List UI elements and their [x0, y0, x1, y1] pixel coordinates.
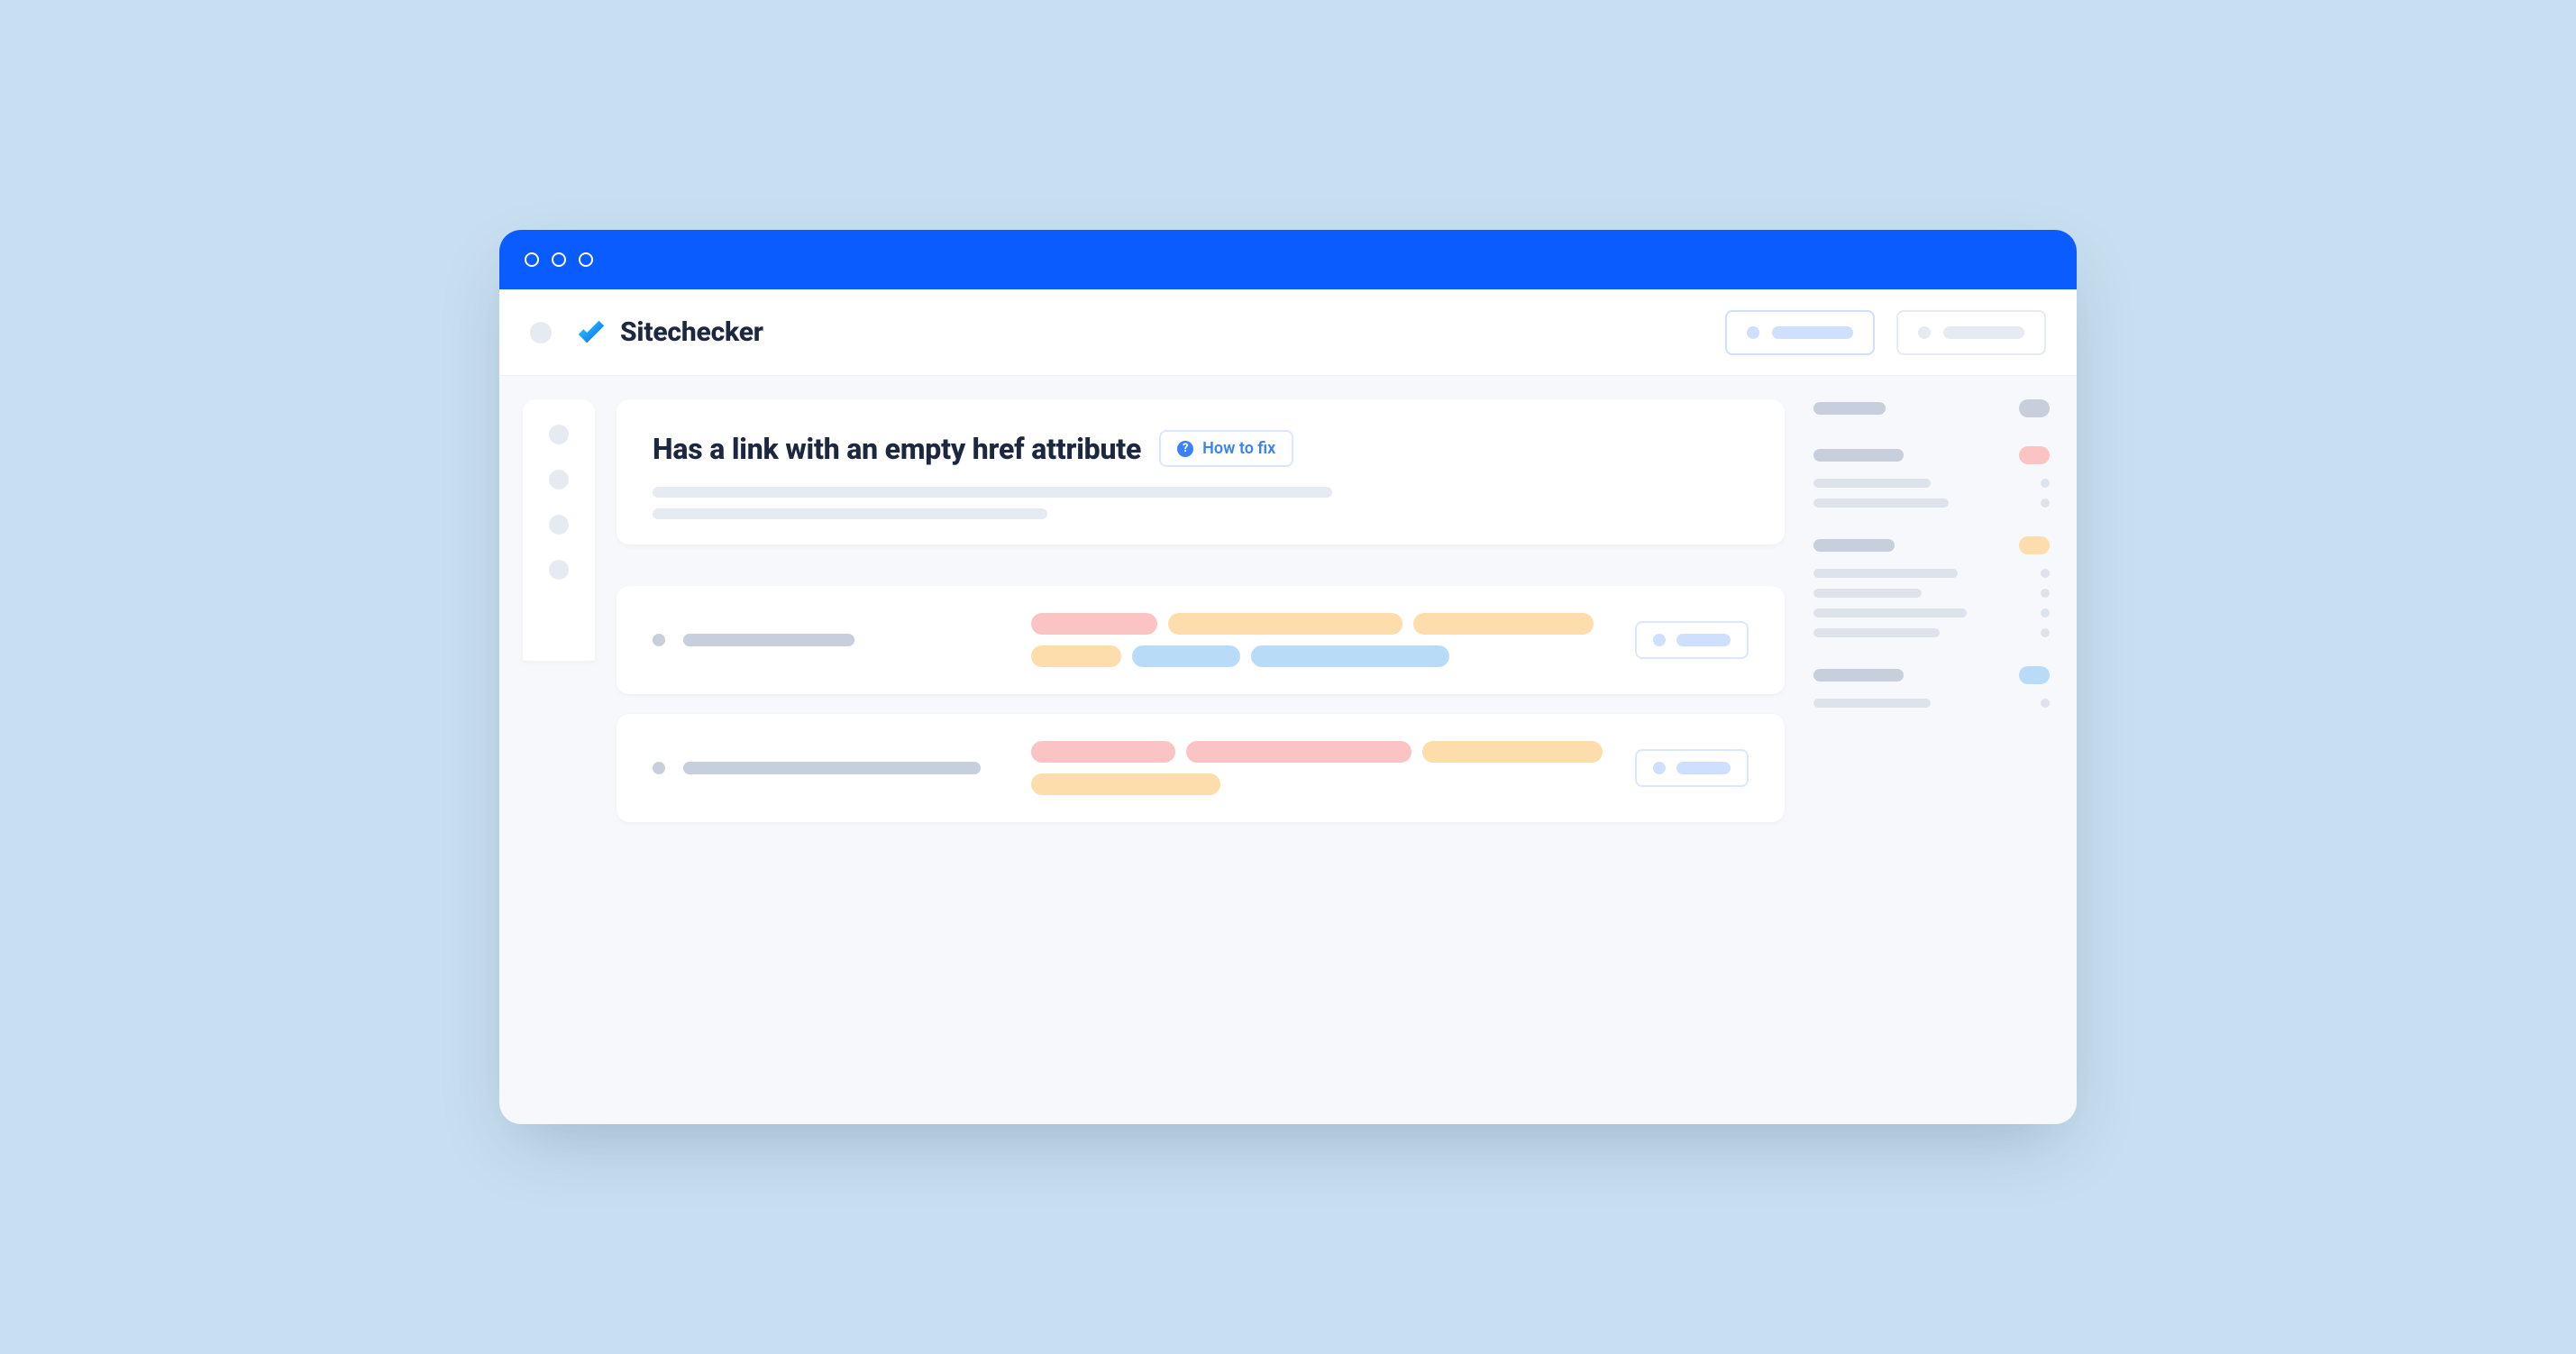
header-secondary-button[interactable]	[1896, 310, 2046, 355]
row-action-button[interactable]	[1635, 621, 1749, 659]
brand[interactable]: Sitechecker	[573, 316, 763, 350]
app-header: Sitechecker	[499, 289, 2077, 376]
summary-section	[1813, 446, 2050, 508]
summary-section	[1813, 536, 2050, 637]
sidebar-item[interactable]	[549, 425, 569, 444]
summary-section	[1813, 666, 2050, 708]
app-title: Sitechecker	[620, 316, 763, 348]
summary-section	[1813, 399, 2050, 417]
url-row[interactable]	[617, 714, 1785, 822]
how-to-fix-label: How to fix	[1202, 439, 1275, 458]
row-action-button[interactable]	[1635, 749, 1749, 787]
row-status-icon	[653, 634, 665, 646]
help-icon: ?	[1177, 441, 1193, 457]
sidebar-item[interactable]	[549, 470, 569, 489]
how-to-fix-button[interactable]: ? How to fix	[1159, 430, 1293, 467]
sitechecker-logo-icon	[573, 316, 607, 350]
issue-description	[653, 487, 1749, 519]
sidebar-nav	[523, 399, 595, 661]
summary-sidebar	[1806, 376, 2077, 1124]
row-tags	[1031, 741, 1608, 795]
app-body: Has a link with an empty href attribute …	[499, 376, 2077, 1124]
browser-window: Sitechecker Has a link with an empty hre…	[499, 230, 2077, 1124]
menu-toggle[interactable]	[530, 322, 552, 343]
window-control-close[interactable]	[525, 252, 539, 267]
window-control-minimize[interactable]	[552, 252, 566, 267]
sidebar-item[interactable]	[549, 515, 569, 535]
row-url	[683, 762, 981, 774]
window-titlebar	[499, 230, 2077, 289]
row-tags	[1031, 613, 1608, 667]
url-row[interactable]	[617, 586, 1785, 694]
issue-title: Has a link with an empty href attribute	[653, 432, 1141, 466]
header-primary-button[interactable]	[1725, 310, 1875, 355]
window-control-maximize[interactable]	[579, 252, 593, 267]
sidebar-item[interactable]	[549, 560, 569, 580]
issue-header-card: Has a link with an empty href attribute …	[617, 399, 1785, 544]
main-content: Has a link with an empty href attribute …	[595, 376, 1806, 1124]
row-status-icon	[653, 762, 665, 774]
row-url	[683, 634, 854, 646]
